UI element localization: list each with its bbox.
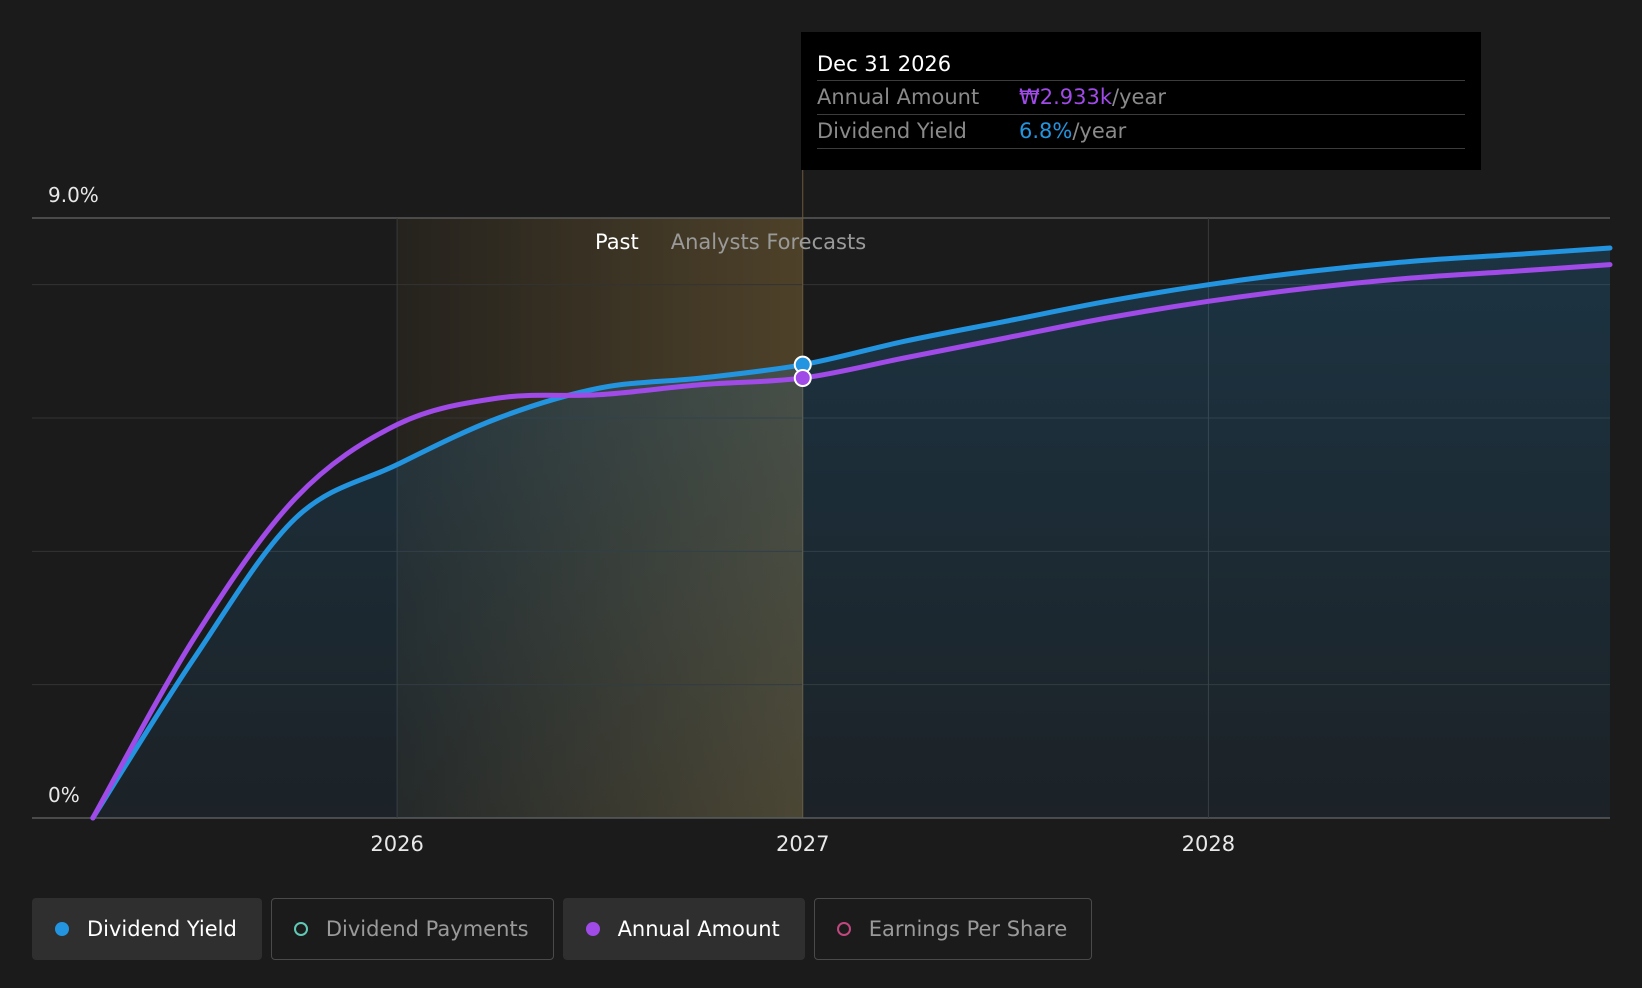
tooltip-row-dividend-yield: Dividend Yield 6.8% /year xyxy=(817,115,1465,149)
x-tick-label: 2027 xyxy=(776,832,829,856)
tooltip-label: Dividend Yield xyxy=(817,119,967,143)
y-tick-label: 9.0% xyxy=(48,183,99,207)
marker-annual_amount xyxy=(793,369,812,387)
filled-circle-icon xyxy=(55,922,69,936)
past-label: Past xyxy=(595,230,639,254)
tooltip-date: Dec 31 2026 xyxy=(817,48,1465,81)
series-area-dividend_yield xyxy=(92,248,1610,818)
forecast-label: Analysts Forecasts xyxy=(671,230,866,254)
hollow-circle-icon xyxy=(293,922,308,936)
tooltip: Dec 31 2026 Annual Amount ₩2.933k /year … xyxy=(801,32,1481,170)
tooltip-unit: /year xyxy=(1072,119,1127,143)
legend-item-annual-amount[interactable]: Annual Amount xyxy=(562,898,805,960)
tooltip-unit: /year xyxy=(1112,85,1166,109)
x-tick-label: 2026 xyxy=(370,832,423,856)
tooltip-value: 6.8% xyxy=(1019,119,1073,143)
hollow-circle-icon xyxy=(836,922,851,936)
legend-label: Annual Amount xyxy=(617,917,780,941)
legend-label: Dividend Yield xyxy=(87,917,237,941)
x-tick-label: 2028 xyxy=(1182,832,1235,856)
tooltip-row-annual-amount: Annual Amount ₩2.933k /year xyxy=(817,81,1465,115)
filled-circle-icon xyxy=(585,922,600,936)
legend: Dividend Yield Dividend Payments Annual … xyxy=(32,898,1093,960)
legend-item-dividend-yield[interactable]: Dividend Yield xyxy=(32,898,262,960)
tooltip-value: ₩2.933k xyxy=(1019,85,1113,109)
legend-label: Dividend Payments xyxy=(325,917,529,941)
y-tick-label: 0% xyxy=(48,783,80,807)
legend-item-dividend-payments[interactable]: Dividend Payments xyxy=(270,898,554,960)
legend-label: Earnings Per Share xyxy=(868,917,1068,941)
tooltip-label: Annual Amount xyxy=(817,85,980,109)
legend-item-earnings-per-share[interactable]: Earnings Per Share xyxy=(813,898,1093,960)
